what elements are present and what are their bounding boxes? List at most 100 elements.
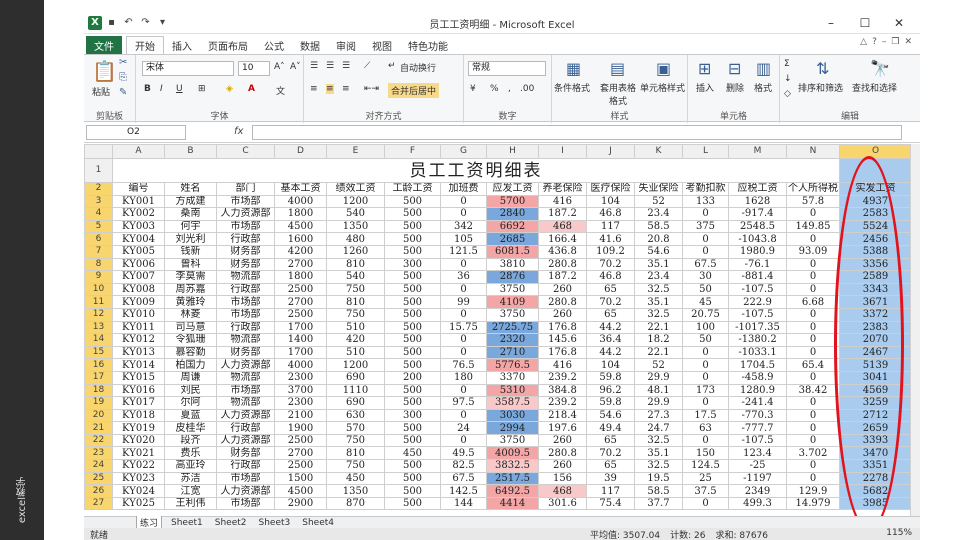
format-painter-icon[interactable]: ✎: [119, 87, 127, 98]
tab-view[interactable]: 视图: [364, 36, 400, 54]
cell[interactable]: 41.6: [586, 232, 635, 246]
cell[interactable]: 500: [384, 358, 441, 372]
font-name-select[interactable]: 宋体: [142, 61, 234, 76]
cell[interactable]: 500: [384, 421, 441, 435]
cell[interactable]: 500: [384, 282, 441, 297]
cell[interactable]: 49.5: [440, 446, 487, 461]
cell[interactable]: 3351: [839, 459, 912, 473]
grow-font-icon[interactable]: A˄: [274, 62, 285, 72]
cell[interactable]: -76.1: [728, 257, 787, 272]
cell[interactable]: 117: [586, 484, 635, 498]
cut-icon[interactable]: ✂: [119, 57, 127, 68]
merge-center-button[interactable]: 合并后居中: [388, 83, 440, 98]
cell[interactable]: -107.5: [728, 282, 787, 297]
cell[interactable]: 500: [384, 194, 441, 209]
cell[interactable]: 3671: [839, 295, 912, 309]
cell[interactable]: 123.4: [728, 446, 787, 461]
column-title-cell[interactable]: 实发工资: [839, 182, 912, 196]
column-header[interactable]: D: [274, 144, 327, 159]
cell[interactable]: 0: [786, 257, 840, 272]
format-cells-icon[interactable]: ▥: [756, 59, 771, 78]
bold-button[interactable]: B: [144, 84, 151, 94]
cell[interactable]: 0: [786, 471, 840, 486]
cell[interactable]: 0: [786, 232, 840, 246]
cell[interactable]: 3343: [839, 282, 912, 297]
row-header[interactable]: 19: [84, 396, 113, 410]
row-header[interactable]: 1: [84, 158, 113, 183]
cell[interactable]: 0: [786, 396, 840, 410]
cell[interactable]: 75.4: [586, 496, 635, 511]
cell[interactable]: 500: [384, 459, 441, 473]
cell[interactable]: -107.5: [728, 433, 787, 448]
tab-formulas[interactable]: 公式: [256, 36, 292, 54]
row-header[interactable]: 2: [84, 182, 113, 196]
column-header[interactable]: F: [384, 144, 441, 159]
cell[interactable]: 3370: [486, 370, 539, 385]
cell[interactable]: 5682: [839, 484, 912, 498]
font-size-select[interactable]: 10: [238, 61, 270, 76]
cell[interactable]: 2300: [274, 396, 327, 410]
cell[interactable]: 301.6: [538, 496, 587, 511]
column-header[interactable]: L: [682, 144, 729, 159]
align-bottom-icon[interactable]: ☰: [342, 61, 350, 71]
cell[interactable]: 500: [384, 270, 441, 284]
cell[interactable]: 4937: [839, 194, 912, 209]
cell[interactable]: 1700: [274, 345, 327, 360]
column-header[interactable]: G: [440, 144, 487, 159]
row-header[interactable]: 4: [84, 207, 113, 221]
format-cells-button[interactable]: 格式: [754, 81, 772, 94]
cell[interactable]: 2383: [839, 320, 912, 335]
row-header[interactable]: 23: [84, 446, 113, 461]
cell[interactable]: 20.75: [682, 307, 729, 322]
cell[interactable]: 2456: [839, 232, 912, 246]
cell[interactable]: 2685: [486, 232, 539, 246]
indent-icon[interactable]: ⇤⇥: [364, 84, 379, 94]
cell[interactable]: 500: [384, 333, 441, 347]
cell[interactable]: 436.8: [538, 244, 587, 259]
cell[interactable]: 500: [384, 484, 441, 498]
cell[interactable]: 218.4: [538, 408, 587, 423]
cell[interactable]: 夏蓝: [164, 408, 217, 423]
row-header[interactable]: 27: [84, 496, 113, 511]
cell[interactable]: 129.9: [786, 484, 840, 498]
column-title-cell[interactable]: 加班费: [440, 182, 487, 196]
row-header[interactable]: 24: [84, 459, 113, 473]
cell[interactable]: 4414: [486, 496, 539, 511]
cell[interactable]: 468: [538, 219, 587, 234]
cell[interactable]: 499.3: [728, 496, 787, 511]
cell[interactable]: 23.4: [634, 207, 683, 221]
cell[interactable]: 0: [440, 207, 487, 221]
cell[interactable]: 500: [384, 244, 441, 259]
cell[interactable]: 187.2: [538, 270, 587, 284]
cell[interactable]: -1033.1: [728, 345, 787, 360]
sheet-tab-sheet4[interactable]: Sheet4: [299, 518, 337, 528]
cell[interactable]: 0: [682, 370, 729, 385]
column-title-cell[interactable]: 失业保险: [634, 182, 683, 196]
cell[interactable]: 76.5: [440, 358, 487, 372]
row-header[interactable]: 12: [84, 307, 113, 322]
cell[interactable]: 540: [326, 207, 385, 221]
delete-cells-button[interactable]: 删除: [726, 81, 744, 94]
row-header[interactable]: 14: [84, 333, 113, 347]
cell[interactable]: KY022: [112, 459, 165, 473]
row-header[interactable]: 18: [84, 383, 113, 398]
column-title-cell[interactable]: 应税工资: [728, 182, 787, 196]
cell[interactable]: 4500: [274, 484, 327, 498]
row-header[interactable]: 13: [84, 320, 113, 335]
cell[interactable]: 3750: [486, 307, 539, 322]
cell[interactable]: 32.5: [634, 282, 683, 297]
cell[interactable]: 人力资源部: [216, 433, 275, 448]
cell[interactable]: KY019: [112, 421, 165, 435]
cell[interactable]: 17.5: [682, 408, 729, 423]
cell[interactable]: 钱新: [164, 244, 217, 259]
phonetic-icon[interactable]: 文: [276, 84, 285, 97]
cell[interactable]: 0: [440, 433, 487, 448]
cell[interactable]: 99: [440, 295, 487, 309]
orientation-icon[interactable]: ⟋: [364, 61, 370, 71]
cell[interactable]: 180: [440, 370, 487, 385]
cell[interactable]: 0: [786, 459, 840, 473]
cell[interactable]: 1800: [274, 207, 327, 221]
cell[interactable]: 36.4: [586, 333, 635, 347]
cell[interactable]: 0: [786, 307, 840, 322]
align-top-icon[interactable]: ☰: [310, 61, 318, 71]
